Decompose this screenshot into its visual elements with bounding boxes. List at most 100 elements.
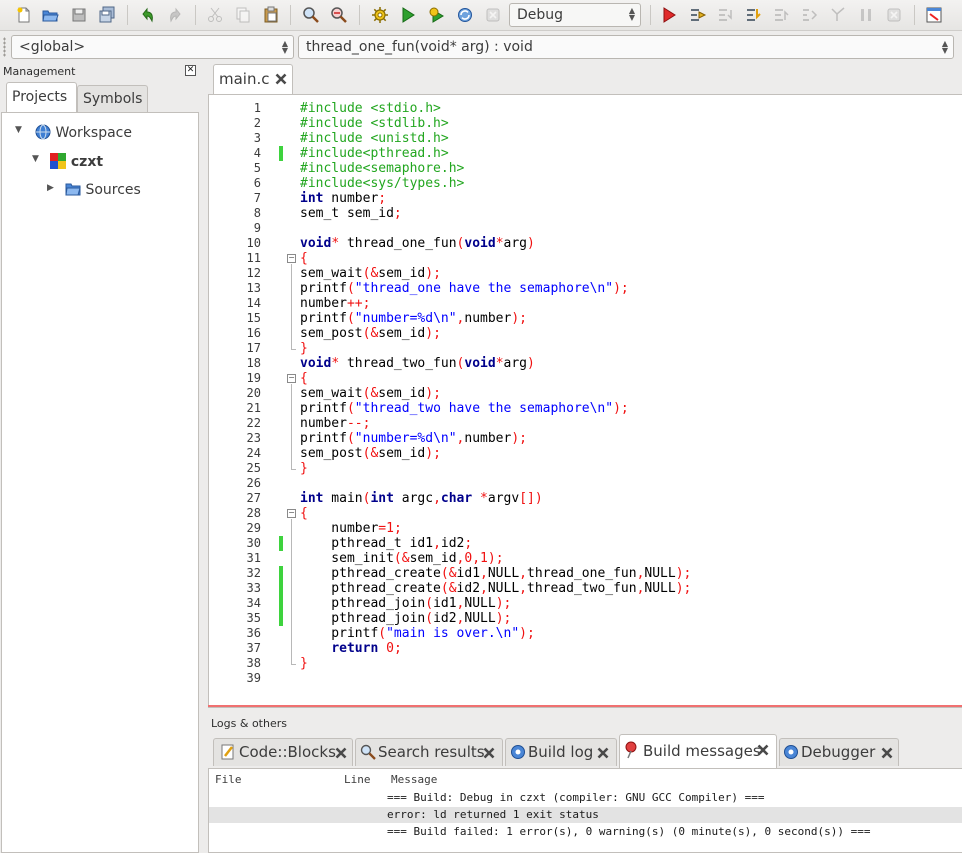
code-line[interactable]: 28 −{ xyxy=(209,506,962,521)
build-and-run-icon[interactable] xyxy=(427,5,447,25)
undo-icon[interactable] xyxy=(137,5,157,25)
close-icon[interactable] xyxy=(334,746,348,760)
close-icon[interactable] xyxy=(880,746,894,760)
tree-item-workspace[interactable]: Workspace xyxy=(35,124,132,141)
toolbar-grip[interactable] xyxy=(3,37,6,57)
code-line[interactable]: 8 sem_t sem_id; xyxy=(209,206,962,221)
column-header-file[interactable]: File xyxy=(215,773,242,786)
code-line[interactable]: 25} xyxy=(209,461,962,476)
code-line[interactable]: 32 pthread_create(&id1,NULL,thread_one_f… xyxy=(209,566,962,581)
code-line[interactable]: 7 int number; xyxy=(209,191,962,206)
close-icon[interactable] xyxy=(596,746,610,760)
new-file-icon[interactable] xyxy=(14,5,34,25)
tab-codeblocks-log[interactable]: Code::Blocks xyxy=(213,738,353,766)
copy-icon[interactable] xyxy=(233,5,253,25)
build-target-select[interactable]: Debug ▲ ▼ xyxy=(509,3,641,27)
vertical-splitter[interactable] xyxy=(201,62,208,853)
rebuild-icon[interactable] xyxy=(455,5,475,25)
code-line[interactable]: 26 xyxy=(209,476,962,491)
debug-windows-icon[interactable] xyxy=(924,5,944,25)
debug-run-icon[interactable] xyxy=(659,5,679,25)
tab-projects[interactable]: Projects xyxy=(6,82,77,114)
code-line[interactable]: 29 number=1; xyxy=(209,521,962,536)
log-row[interactable]: === Build: Debug in czxt (compiler: GNU … xyxy=(209,790,962,806)
fold-toggle-icon[interactable]: − xyxy=(287,374,296,383)
fold-toggle-icon[interactable]: − xyxy=(287,254,296,263)
code-line[interactable]: 2 #include <stdlib.h> xyxy=(209,116,962,131)
tab-build-log[interactable]: Build log xyxy=(505,738,617,766)
step-out-icon[interactable] xyxy=(772,5,792,25)
code-line[interactable]: 36 printf("main is over.\n"); xyxy=(209,626,962,641)
code-line[interactable]: 30 pthread_t id1,id2; xyxy=(209,536,962,551)
next-line-icon[interactable] xyxy=(716,5,736,25)
run-icon[interactable] xyxy=(398,5,418,25)
collapsed-arrow-icon[interactable]: ▶ xyxy=(47,183,54,193)
code-line[interactable]: 21 printf("thread_two have the semaphore\… xyxy=(209,401,962,416)
expand-arrow-icon[interactable]: ▼ xyxy=(32,154,39,164)
code-line[interactable]: 33 pthread_create(&id2,NULL,thread_two_f… xyxy=(209,581,962,596)
abort-icon[interactable] xyxy=(483,5,503,25)
function-select[interactable]: thread_one_fun(void* arg) : void ▲ ▼ xyxy=(298,35,954,59)
code-line[interactable]: 1 #include <stdio.h> xyxy=(209,101,962,116)
code-line[interactable]: 27 int main(int argc,char *argv[]) xyxy=(209,491,962,506)
code-line[interactable]: 14 number++; xyxy=(209,296,962,311)
find-icon[interactable] xyxy=(301,5,321,25)
code-editor[interactable]: 1 #include <stdio.h> 2 #include <stdlib.h> 3… xyxy=(208,94,962,708)
tab-build-messages[interactable]: Build messages xyxy=(619,734,777,768)
close-icon[interactable] xyxy=(756,743,770,757)
scope-select[interactable]: <global> ▲ ▼ xyxy=(11,35,294,59)
code-line[interactable]: 16 sem_post(&sem_id); xyxy=(209,326,962,341)
cut-icon[interactable] xyxy=(205,5,225,25)
next-instruction-icon[interactable] xyxy=(800,5,820,25)
log-row[interactable]: error: ld returned 1 exit status xyxy=(209,807,962,823)
run-to-cursor-icon[interactable] xyxy=(688,5,708,25)
tab-main-c[interactable]: main.c xyxy=(213,64,293,94)
tab-debugger[interactable]: Debugger xyxy=(779,738,899,766)
log-row[interactable]: === Build failed: 1 error(s), 0 warning(… xyxy=(209,824,962,840)
code-line[interactable]: 20 sem_wait(&sem_id); xyxy=(209,386,962,401)
code-line[interactable]: 12 sem_wait(&sem_id); xyxy=(209,266,962,281)
redo-icon[interactable] xyxy=(166,5,186,25)
code-line[interactable]: 6 #include<sys/types.h> xyxy=(209,176,962,191)
close-icon[interactable]: ✕ xyxy=(185,65,196,76)
tab-search-results[interactable]: Search results xyxy=(355,738,503,766)
open-folder-icon[interactable] xyxy=(40,5,60,25)
code-line[interactable]: 5 #include<semaphore.h> xyxy=(209,161,962,176)
break-pause-icon[interactable] xyxy=(856,5,876,25)
build-gear-icon[interactable] xyxy=(370,5,390,25)
code-line[interactable]: 10 void* thread_one_fun(void*arg) xyxy=(209,236,962,251)
stop-debugger-icon[interactable] xyxy=(884,5,904,25)
code-line[interactable]: 34 pthread_join(id1,NULL); xyxy=(209,596,962,611)
code-line[interactable]: 9 xyxy=(209,221,962,236)
tree-item-sources[interactable]: Sources xyxy=(65,182,141,198)
fold-toggle-icon[interactable]: − xyxy=(287,509,296,518)
code-line[interactable]: 15 printf("number=%d\n",number); xyxy=(209,311,962,326)
code-line[interactable]: 31 sem_init(&sem_id,0,1); xyxy=(209,551,962,566)
save-icon[interactable] xyxy=(69,5,89,25)
code-line[interactable]: 18 void* thread_two_fun(void*arg) xyxy=(209,356,962,371)
code-line[interactable]: 19 −{ xyxy=(209,371,962,386)
code-line[interactable]: 22 number--; xyxy=(209,416,962,431)
code-line[interactable]: 39 xyxy=(209,671,962,686)
tab-symbols[interactable]: Symbols xyxy=(77,85,148,112)
code-line[interactable]: 38} xyxy=(209,656,962,671)
code-line[interactable]: 3 #include <unistd.h> xyxy=(209,131,962,146)
code-line[interactable]: 23 printf("number=%d\n",number); xyxy=(209,431,962,446)
close-icon[interactable] xyxy=(482,746,496,760)
code-line[interactable]: 35 pthread_join(id2,NULL); xyxy=(209,611,962,626)
code-line[interactable]: 4 #include<pthread.h> xyxy=(209,146,962,161)
close-icon[interactable] xyxy=(274,72,288,86)
expand-arrow-icon[interactable]: ▼ xyxy=(15,125,22,135)
code-line[interactable]: 13 printf("thread_one have the semaphore\… xyxy=(209,281,962,296)
code-line[interactable]: 17} xyxy=(209,341,962,356)
code-line[interactable]: 24 sem_post(&sem_id); xyxy=(209,446,962,461)
code-line[interactable]: 37 return 0; xyxy=(209,641,962,656)
paste-icon[interactable] xyxy=(261,5,281,25)
step-into-icon[interactable] xyxy=(744,5,764,25)
save-all-icon[interactable] xyxy=(97,5,117,25)
tree-item-project[interactable]: czxt xyxy=(50,153,103,170)
column-header-message[interactable]: Message xyxy=(391,773,437,786)
step-instruction-icon[interactable] xyxy=(828,5,848,25)
column-header-line[interactable]: Line xyxy=(344,773,371,786)
code-line[interactable]: 11 −{ xyxy=(209,251,962,266)
